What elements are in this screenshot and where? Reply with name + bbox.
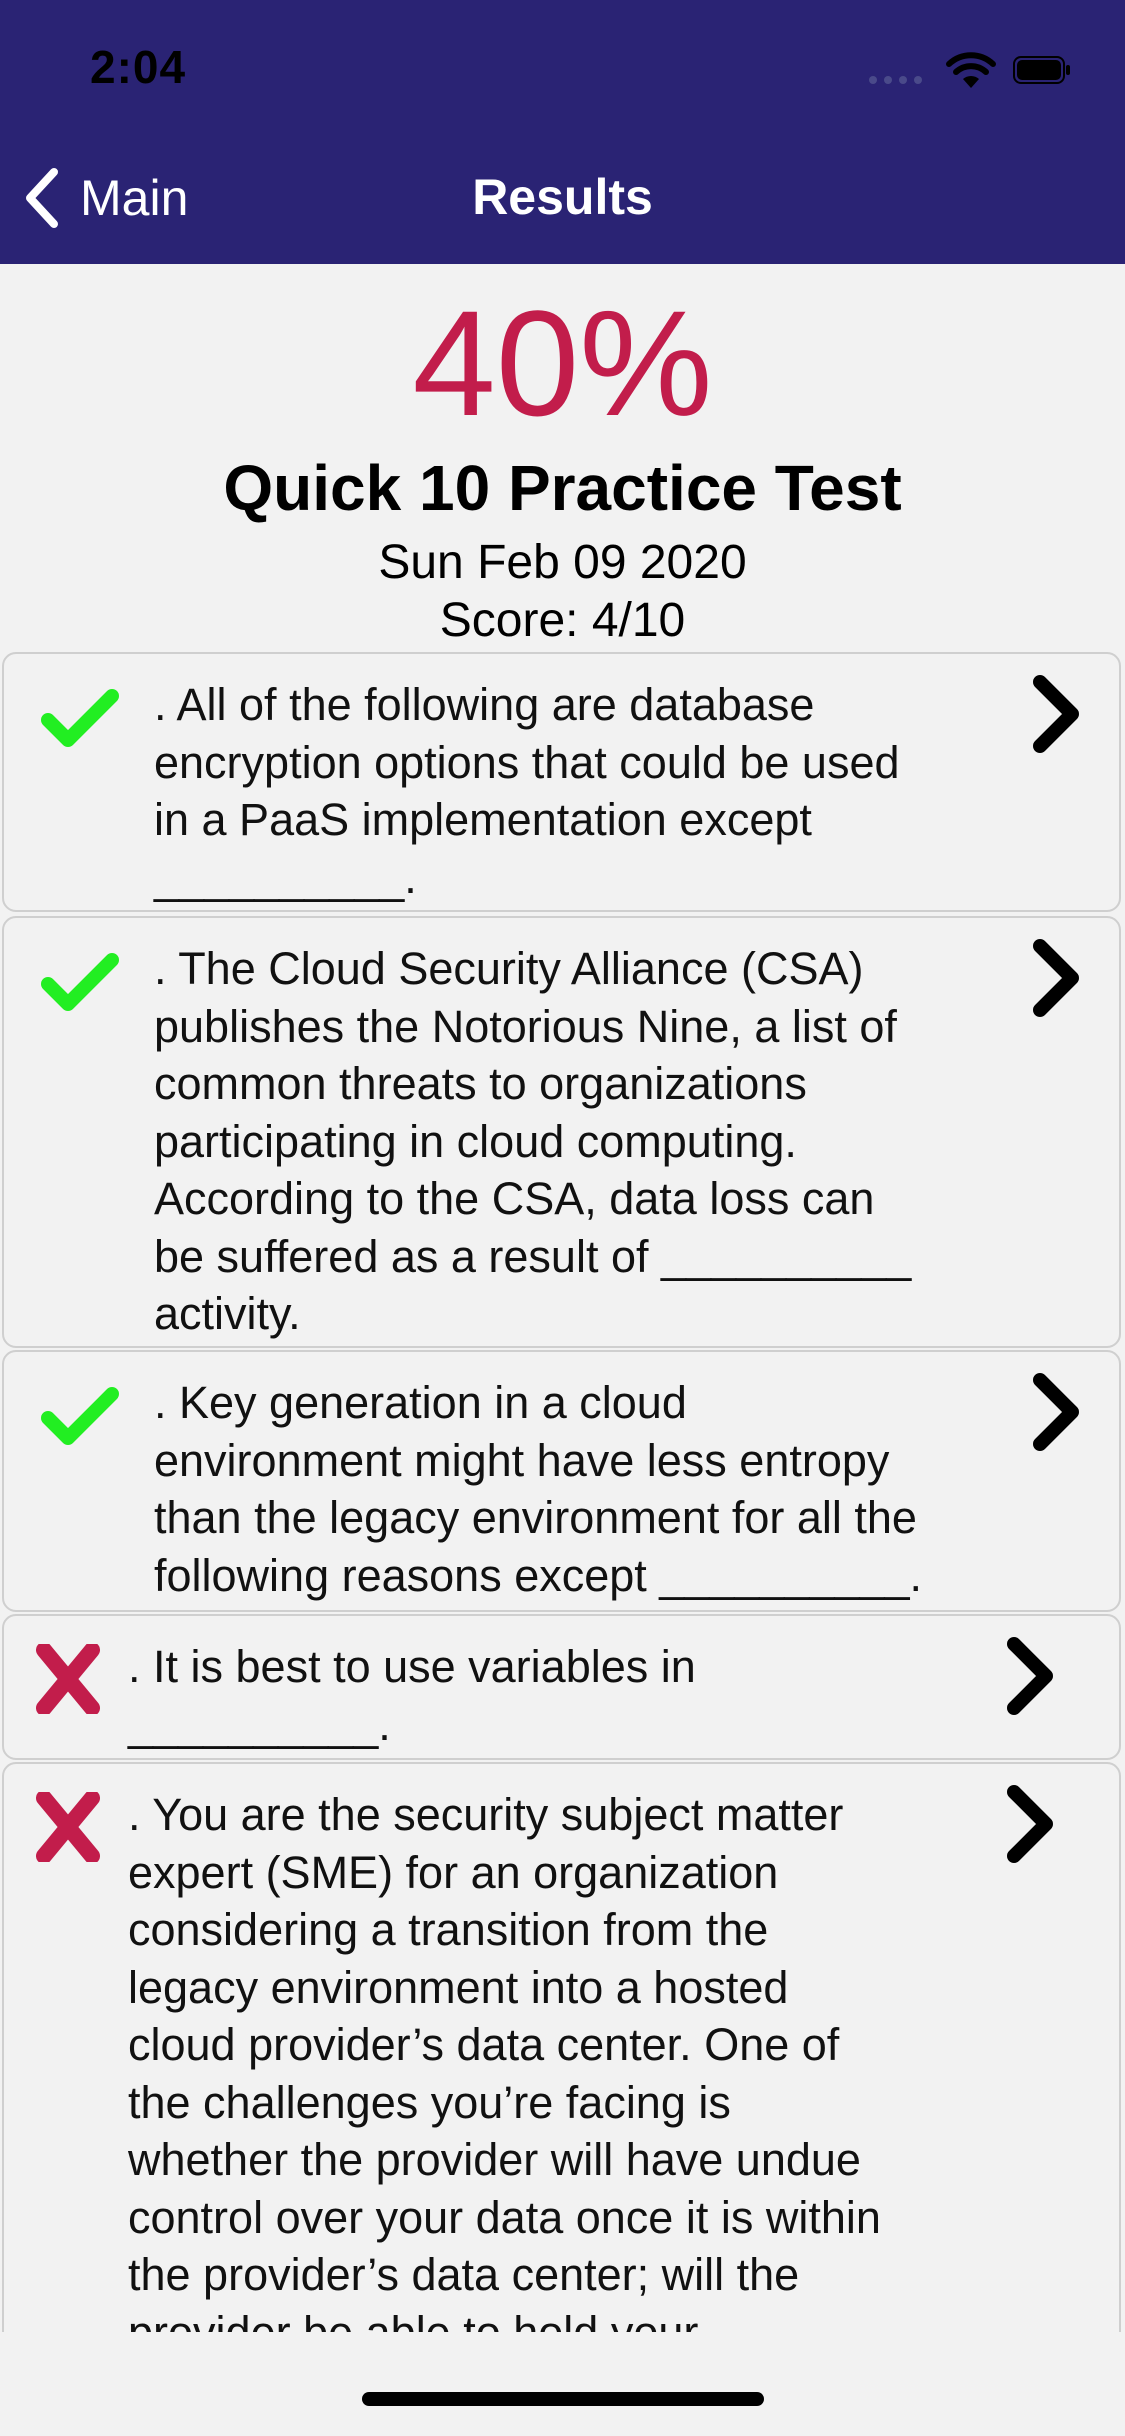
home-indicator[interactable] bbox=[362, 2392, 764, 2406]
navigation-bar: 2:04 Main Results bbox=[0, 0, 1125, 264]
chevron-right-icon[interactable] bbox=[1000, 1782, 1060, 1866]
test-name: Quick 10 Practice Test bbox=[223, 452, 902, 524]
checkmark-icon bbox=[41, 689, 119, 747]
result-item[interactable]: . The Cloud Security Alliance (CSA) publ… bbox=[2, 916, 1121, 1348]
chevron-right-icon[interactable] bbox=[1026, 936, 1086, 1020]
checkmark-icon bbox=[41, 1387, 119, 1445]
battery-icon bbox=[1013, 56, 1070, 84]
test-score: Score: 4/10 bbox=[439, 594, 686, 647]
test-date: Sun Feb 09 2020 bbox=[378, 536, 747, 589]
chevron-right-icon[interactable] bbox=[1026, 672, 1086, 756]
cellular-signal-icon bbox=[869, 76, 923, 84]
question-text: . You are the security subject matter ex… bbox=[128, 1789, 881, 2332]
question-text: . The Cloud Security Alliance (CSA) publ… bbox=[154, 943, 912, 1339]
status-time: 2:04 bbox=[90, 41, 187, 93]
page-title: Results bbox=[472, 169, 653, 225]
result-item[interactable]: . You are the security subject matter ex… bbox=[2, 1762, 1121, 2332]
result-item[interactable]: . It is best to use variables in _______… bbox=[2, 1614, 1121, 1760]
question-text: . All of the following are database encr… bbox=[154, 679, 900, 903]
result-item[interactable]: . All of the following are database encr… bbox=[2, 652, 1121, 912]
status-indicators bbox=[869, 48, 1079, 92]
wifi-icon bbox=[946, 52, 996, 88]
question-text: . It is best to use variables in _______… bbox=[128, 1641, 696, 1750]
results-summary: 40% Quick 10 Practice Test Sun Feb 09 20… bbox=[0, 264, 1125, 652]
chevron-right-icon[interactable] bbox=[1000, 1634, 1060, 1718]
result-item[interactable]: . Key generation in a cloud environment … bbox=[2, 1350, 1121, 1612]
cross-icon bbox=[36, 1644, 100, 1714]
chevron-right-icon[interactable] bbox=[1026, 1370, 1086, 1454]
checkmark-icon bbox=[41, 953, 119, 1011]
question-text: . Key generation in a cloud environment … bbox=[154, 1377, 923, 1601]
results-list: . All of the following are database encr… bbox=[0, 652, 1125, 2332]
cross-icon bbox=[36, 1792, 100, 1862]
score-percent: 40% bbox=[412, 279, 713, 447]
